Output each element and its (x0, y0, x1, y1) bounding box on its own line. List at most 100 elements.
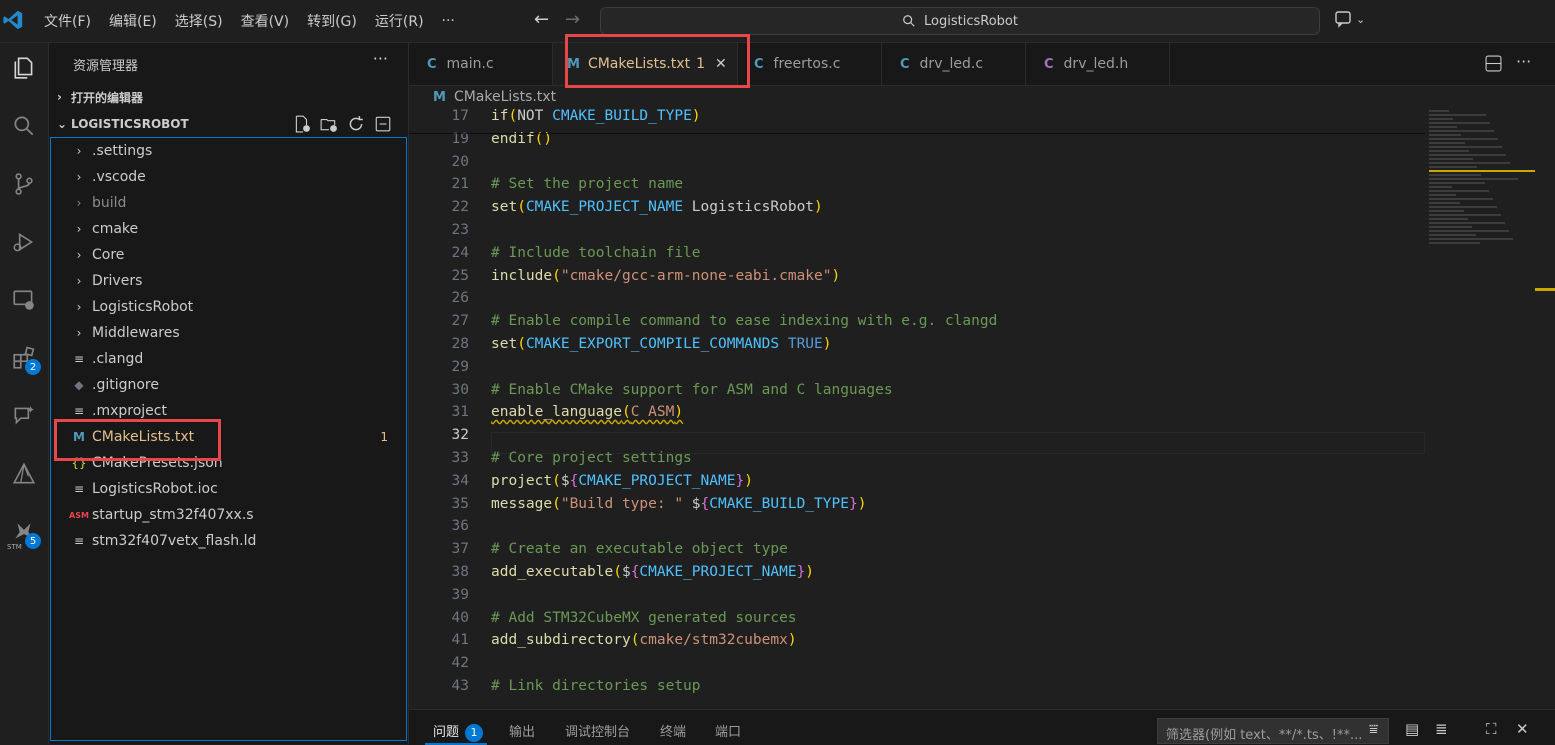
tree-item-label: stm32f407vetx_flash.ld (92, 533, 257, 549)
code-line[interactable]: # Enable compile command to ease indexin… (491, 313, 997, 329)
back-arrow-icon[interactable]: ← (534, 9, 549, 30)
stm32-extension-icon[interactable]: STM 5 (7, 515, 41, 551)
code-line[interactable]: # Create an executable object type (491, 541, 788, 557)
minimap-line (1429, 182, 1485, 184)
minimap-line (1429, 202, 1460, 204)
code-token: add_executable (491, 564, 614, 580)
menu-go[interactable]: 转到(G) (307, 11, 357, 31)
tab-output[interactable]: 输出 (509, 721, 535, 740)
filter-icon[interactable]: ⩸ (1369, 720, 1378, 738)
tab-ports[interactable]: 端口 (715, 721, 741, 740)
c-file-icon: C (900, 56, 910, 72)
code-line[interactable]: # Link directories setup (491, 678, 701, 694)
tree-item-cmake-folder[interactable]: › cmake (51, 216, 406, 242)
remote-explorer-icon[interactable] (7, 283, 41, 317)
tab-main-c[interactable]: Cmain.c (409, 43, 553, 85)
minimap-line (1429, 114, 1486, 116)
code-line[interactable]: add_subdirectory(cmake/stm32cubemx) (491, 632, 797, 648)
code-token: $ (560, 473, 570, 489)
cmake-icon[interactable] (7, 457, 41, 491)
menu-selection[interactable]: 选择(S) (175, 11, 223, 31)
explorer-icon[interactable] (7, 51, 41, 85)
tab-debug-console[interactable]: 调试控制台 (565, 721, 630, 740)
menu-edit[interactable]: 编辑(E) (109, 11, 157, 31)
project-section[interactable]: ⌄ LOGISTICSROBOT (57, 113, 189, 135)
chat-icon[interactable] (7, 399, 41, 433)
code-line[interactable]: enable_language(C ASM) (491, 404, 683, 420)
tab-drv-led-c[interactable]: Cdrv_led.c (882, 43, 1026, 85)
search-text: LogisticsRobot (924, 13, 1018, 29)
line-number: 29 (451, 359, 469, 375)
open-editors-section[interactable]: › 打开的编辑器 (57, 86, 143, 108)
minimap-line (1429, 166, 1477, 168)
extensions-icon[interactable]: 2 (7, 341, 41, 375)
sidebar-more-button[interactable]: ··· (373, 49, 388, 68)
code-token: ( (621, 404, 631, 420)
tree-item-gitignore[interactable]: ◆ .gitignore (51, 372, 406, 398)
forward-arrow-icon[interactable]: → (565, 9, 580, 30)
code-token: C ASM (630, 404, 675, 420)
breadcrumb-file[interactable]: CMakeLists.txt (454, 89, 556, 105)
close-panel-icon[interactable]: ✕ (1516, 720, 1529, 738)
code-line[interactable]: set(CMAKE_PROJECT_NAME LogisticsRobot) (491, 199, 823, 215)
menu-view[interactable]: 查看(V) (241, 11, 290, 31)
tree-item-ioc[interactable]: ≡ LogisticsRobot.ioc (51, 476, 406, 502)
tree-item-logisticsrobot-folder[interactable]: › LogisticsRobot (51, 294, 406, 320)
split-editor-icon[interactable] (1485, 55, 1502, 72)
tab-problems[interactable]: 问题 1 (433, 721, 484, 742)
search-icon[interactable] (7, 109, 41, 143)
menu-more[interactable]: ··· (442, 13, 455, 29)
code-line[interactable]: include("cmake/gcc-arm-none-eabi.cmake") (491, 268, 840, 284)
tab-label: main.c (446, 56, 494, 72)
minimap-line (1429, 238, 1513, 240)
maximize-panel-icon[interactable]: ⛶ (1486, 720, 1497, 738)
code-token: ( (613, 564, 622, 580)
run-debug-icon[interactable] (7, 225, 41, 259)
line-number: 34 (451, 473, 469, 489)
tree-item-startup-asm[interactable]: ASM startup_stm32f407xx.s (51, 502, 406, 528)
collapse-all-icon[interactable] (374, 115, 392, 133)
collapse-icon[interactable]: ▤ (1405, 720, 1419, 738)
editor-more-actions-icon[interactable]: ··· (1516, 52, 1531, 71)
tree-item-settings-folder[interactable]: › .settings (51, 138, 406, 164)
minimap-line (1429, 206, 1497, 208)
code-line[interactable]: # Core project settings (491, 450, 692, 466)
new-file-icon[interactable] (293, 115, 311, 133)
code-line[interactable]: if(NOT CMAKE_BUILD_TYPE) (491, 108, 701, 124)
menu-file[interactable]: 文件(F) (44, 11, 91, 31)
code-line[interactable]: # Enable CMake support for ASM and C lan… (491, 382, 893, 398)
tab-freertos-c[interactable]: Cfreertos.c (738, 43, 882, 85)
refresh-icon[interactable] (347, 115, 365, 133)
tree-item-drivers-folder[interactable]: › Drivers (51, 268, 406, 294)
code-token: ( (517, 336, 526, 352)
minimap[interactable] (1429, 108, 1539, 268)
code-line[interactable]: # Set the project name (491, 176, 683, 192)
problems-filter-input[interactable]: 筛选器(例如 text、**/*.ts、!**... (1157, 718, 1389, 744)
command-center-search[interactable]: LogisticsRobot (600, 7, 1320, 35)
tab-drv-led-h[interactable]: Cdrv_led.h (1026, 43, 1170, 85)
tree-item-build-folder[interactable]: › build (51, 190, 406, 216)
source-control-icon[interactable] (7, 167, 41, 201)
code-token: ) (691, 108, 701, 124)
menu-run[interactable]: 运行(R) (375, 11, 424, 31)
copilot-button[interactable]: ⌄ (1334, 10, 1365, 28)
tree-item-middlewares-folder[interactable]: › Middlewares (51, 320, 406, 346)
code-line[interactable]: set(CMAKE_EXPORT_COMPILE_COMMANDS TRUE) (491, 336, 832, 352)
code-line[interactable]: add_executable(${CMAKE_PROJECT_NAME}) (491, 564, 814, 580)
tab-terminal[interactable]: 终端 (660, 721, 686, 740)
list-view-icon[interactable]: ≣ (1435, 720, 1448, 738)
tree-item-clangd[interactable]: ≡ .clangd (51, 346, 406, 372)
line-number: 23 (451, 222, 469, 238)
tree-item-vscode-folder[interactable]: › .vscode (51, 164, 406, 190)
code-line[interactable]: # Include toolchain file (491, 245, 701, 261)
tree-item-flash-ld[interactable]: ≡ stm32f407vetx_flash.ld (51, 528, 406, 554)
code-line[interactable]: # Add STM32CubeMX generated sources (491, 610, 797, 626)
vscode-logo-icon (3, 10, 23, 30)
highlight-box-file (54, 419, 221, 461)
c-file-icon: C (427, 56, 437, 72)
tree-item-core-folder[interactable]: › Core (51, 242, 406, 268)
code-line[interactable]: message("Build type: " ${CMAKE_BUILD_TYP… (491, 496, 866, 512)
chevron-right-icon: › (76, 274, 82, 288)
code-line[interactable]: project(${CMAKE_PROJECT_NAME}) (491, 473, 753, 489)
new-folder-icon[interactable] (320, 115, 338, 133)
